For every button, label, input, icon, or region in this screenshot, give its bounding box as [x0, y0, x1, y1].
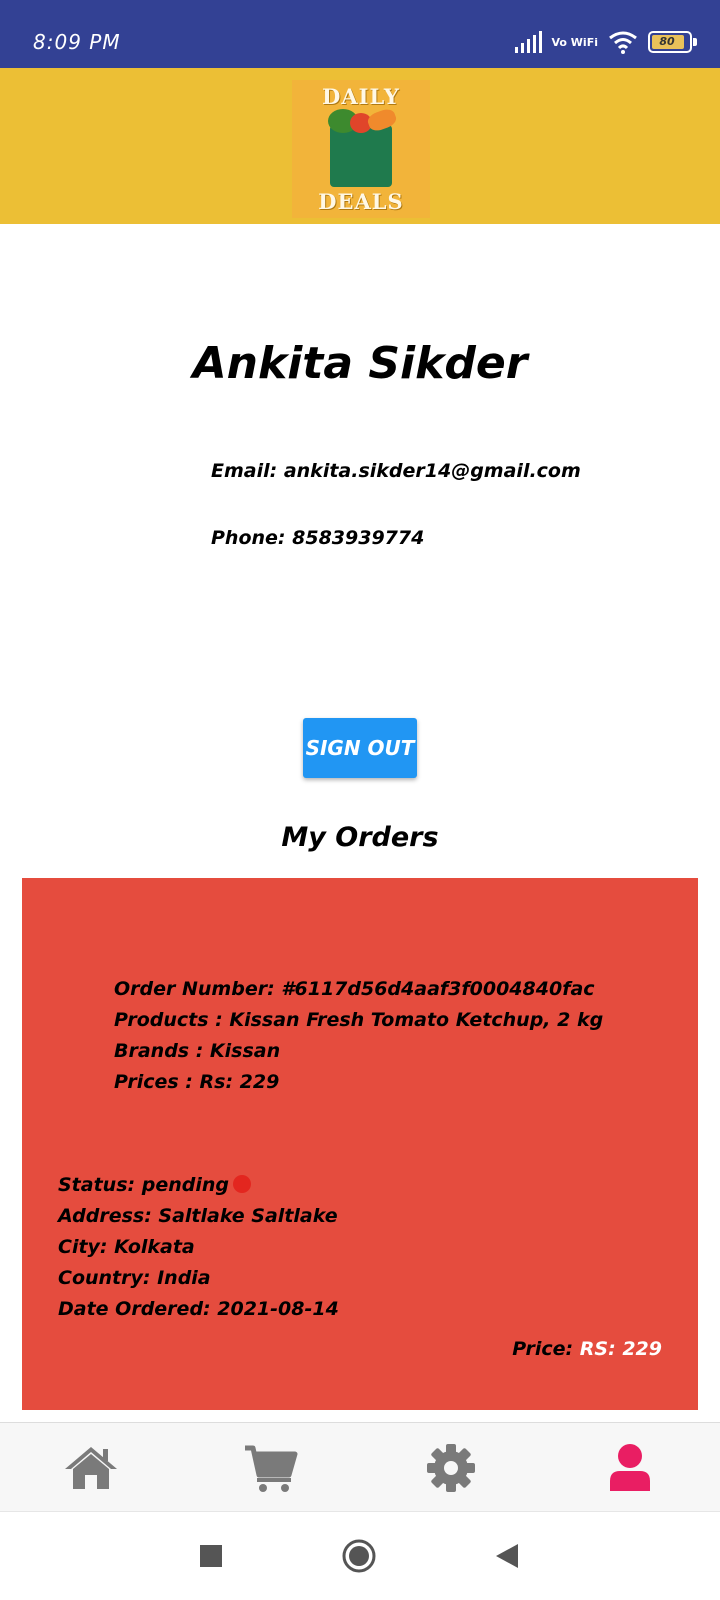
status-time: 8:09 PM [33, 30, 121, 54]
system-home-button[interactable] [341, 1538, 377, 1574]
daily-deals-logo[interactable]: DAILY DEALS [292, 80, 430, 218]
recent-apps-button[interactable] [193, 1538, 229, 1574]
order-city: City: Kolkata [58, 1236, 195, 1258]
order-meta: Status: pending Address: Saltlake Saltla… [58, 1170, 339, 1325]
logo-text-top: DAILY [322, 84, 400, 109]
settings-icon [427, 1444, 475, 1492]
back-icon [496, 1544, 518, 1568]
order-items: Order Number: #6117d56d4aaf3f0004840fac … [114, 974, 603, 1098]
order-total-value: RS: 229 [579, 1338, 662, 1360]
nav-profile[interactable] [602, 1443, 658, 1493]
signal-icon [514, 31, 542, 53]
order-date: Date Ordered: 2021-08-14 [58, 1298, 339, 1320]
order-card[interactable]: Order Number: #6117d56d4aaf3f0004840fac … [22, 878, 698, 1410]
recent-apps-icon [200, 1545, 222, 1567]
status-dot-icon [232, 1175, 251, 1193]
profile-name: Ankita Sikder [192, 338, 528, 389]
logo-text-bottom: DEALS [318, 189, 404, 214]
system-nav [0, 1512, 720, 1600]
profile-phone: Phone: 8583939774 [211, 527, 425, 549]
battery-icon: 80 [648, 31, 697, 53]
nav-cart[interactable] [243, 1443, 299, 1493]
order-brands: Brands : Kissan [114, 1040, 281, 1062]
my-orders-heading: My Orders [281, 822, 439, 853]
grocery-bag-icon [326, 106, 399, 189]
order-address: Address: Saltlake Saltlake [58, 1205, 338, 1227]
home-icon [65, 1447, 117, 1489]
app-header: DAILY DEALS [0, 68, 720, 224]
wifi-icon [609, 31, 637, 54]
profile-email: Email: ankita.sikder14@gmail.com [211, 460, 581, 482]
vowifi-indicator: Vo WiFi [551, 35, 599, 49]
status-icons: Vo WiFi 80 [514, 28, 697, 56]
battery-level: 80 [659, 35, 675, 48]
profile-icon [610, 1444, 650, 1491]
nav-home[interactable] [63, 1443, 119, 1493]
order-country: Country: India [58, 1267, 211, 1289]
home-circle-icon [342, 1539, 376, 1573]
order-products: Products : Kissan Fresh Tomato Ketchup, … [114, 1009, 604, 1031]
system-back-button[interactable] [490, 1538, 526, 1574]
status-bar: 8:09 PM Vo WiFi 80 [0, 0, 720, 68]
order-prices: Prices : Rs: 229 [114, 1071, 280, 1093]
order-number: Order Number: #6117d56d4aaf3f0004840fac [114, 978, 595, 1000]
order-total: Price: RS: 229 [512, 1338, 662, 1360]
sign-out-button[interactable]: SIGN OUT [303, 718, 417, 778]
bottom-nav [0, 1422, 720, 1512]
cart-icon [245, 1445, 298, 1492]
order-status-row: Status: pending [58, 1170, 339, 1201]
order-total-label: Price: [512, 1338, 574, 1360]
nav-settings[interactable] [423, 1443, 479, 1493]
order-status: Status: pending [58, 1174, 229, 1196]
